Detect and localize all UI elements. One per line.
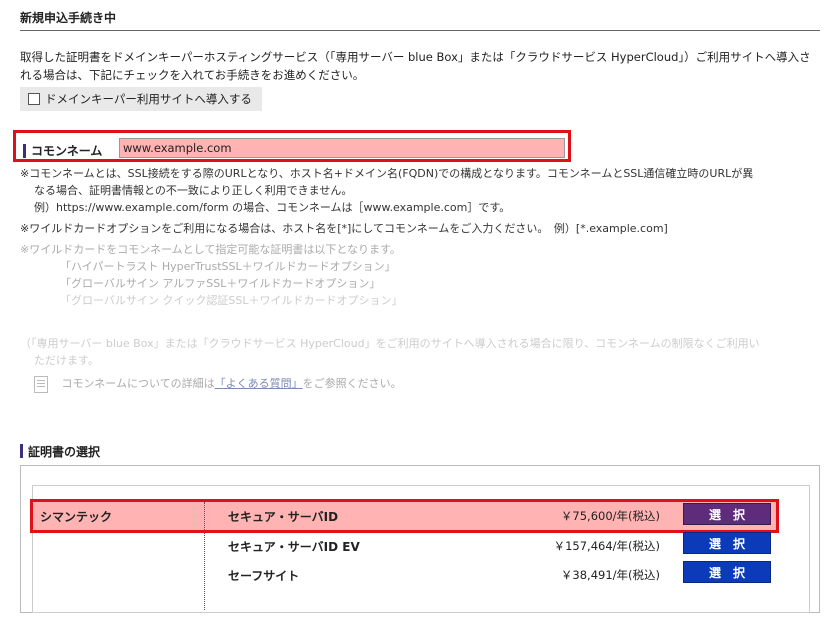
- common-name-row: コモンネーム: [13, 130, 571, 162]
- note-4-line-2: ただけます。: [34, 354, 99, 367]
- select-button[interactable]: 選 択: [683, 503, 771, 525]
- document-icon: [34, 375, 48, 393]
- note-1-example: 例）https://www.example.com/form の場合、コモンネー…: [34, 201, 511, 214]
- help-suffix: をご参照ください。: [302, 377, 402, 390]
- common-name-label: コモンネーム: [31, 144, 103, 158]
- product-price: ￥38,491/年(税込): [560, 568, 660, 582]
- product-name: セーフサイト: [228, 569, 300, 583]
- vendor-divider: [204, 502, 205, 610]
- intro-text: 取得した証明書をドメインキーパーホスティングサービス（「専用サーバー blue …: [20, 50, 811, 82]
- common-name-notes: ※コモンネームとは、SSL接続をする際のURLとなり、ホスト名+ドメイン名(FQ…: [20, 165, 830, 393]
- install-checkbox[interactable]: [28, 93, 40, 105]
- product-price: ￥75,600/年(税込): [560, 509, 660, 523]
- note-3-item: 「グローバルサイン クイック認証SSL＋ワイルドカードオプション」: [60, 294, 403, 307]
- help-line: コモンネームについての詳細は「よくある質問」をご参照ください。: [20, 375, 830, 393]
- install-checkbox-label[interactable]: ドメインキーパー利用サイトへ導入する: [45, 91, 252, 107]
- title-divider: [20, 30, 820, 31]
- vendor-row-highlight: [30, 499, 779, 533]
- note-3-item: 「ハイパートラスト HyperTrustSSL＋ワイルドカードオプション」: [60, 260, 396, 273]
- common-name-input[interactable]: [119, 138, 565, 158]
- select-button[interactable]: 選 択: [683, 532, 771, 554]
- product-name: セキュア・サーバID: [228, 510, 339, 524]
- product-price: ￥157,464/年(税込): [553, 539, 660, 553]
- install-checkbox-row[interactable]: ドメインキーパー利用サイトへ導入する: [20, 87, 262, 111]
- note-3: ※ワイルドカードをコモンネームとして指定可能な証明書は以下となります。: [20, 243, 401, 256]
- cert-section-title: 証明書の選択: [28, 445, 101, 459]
- note-4-line-1: （「専用サーバー blue Box」または「クラウドサービス HyperClou…: [20, 337, 760, 350]
- common-name-accent-bar: [23, 144, 26, 158]
- help-prefix: コモンネームについての詳細は: [61, 377, 215, 390]
- note-2: ※ワイルドカードオプションをご利用になる場合は、ホスト名を[*]にしてコモンネー…: [20, 222, 668, 235]
- note-1-line-2: なる場合、証明書情報との不一致により正しく利用できません。: [34, 184, 353, 197]
- select-button[interactable]: 選 択: [683, 561, 771, 583]
- product-name: セキュア・サーバID EV: [228, 540, 360, 554]
- faq-link[interactable]: 「よくある質問」: [215, 377, 303, 390]
- page-title: 新規申込手続き中: [20, 11, 117, 25]
- note-1-line-1: ※コモンネームとは、SSL接続をする際のURLとなり、ホスト名+ドメイン名(FQ…: [20, 167, 754, 180]
- vendor-name: シマンテック: [40, 510, 113, 524]
- note-3-item: 「グローバルサイン アルファSSL＋ワイルドカードオプション」: [60, 277, 381, 290]
